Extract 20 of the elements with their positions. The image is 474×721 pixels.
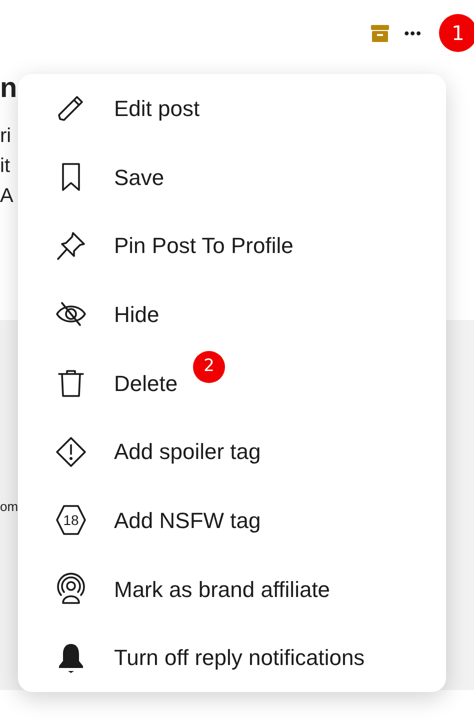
menu-item[interactable]: Turn off reply notifications (18, 623, 446, 692)
archive-icon[interactable] (370, 23, 390, 43)
post-text: n (0, 74, 18, 102)
post-text: om (0, 500, 18, 513)
menu-item[interactable]: Mark as brand affiliate (18, 554, 446, 624)
menu-item[interactable]: Pin Post To Profile (18, 211, 446, 280)
menu-item[interactable]: Add spoiler tag (18, 417, 446, 486)
menu-item[interactable]: Hide (18, 280, 446, 349)
age-tag-icon: 18 (54, 503, 88, 538)
more-options-button[interactable]: ••• (404, 26, 422, 40)
step-badge: 1 (439, 14, 474, 52)
post-text: ri (0, 126, 12, 146)
post-text: A (0, 186, 14, 206)
menu-item[interactable]: 18 Add NSFW tag (18, 486, 446, 555)
menu-item[interactable]: Save (18, 142, 446, 212)
post-text: it (0, 156, 10, 176)
menu-item[interactable]: Edit post (18, 74, 446, 143)
warning-icon (54, 434, 88, 469)
broadcast-icon (54, 572, 88, 606)
step-badge: 2 (193, 350, 225, 383)
